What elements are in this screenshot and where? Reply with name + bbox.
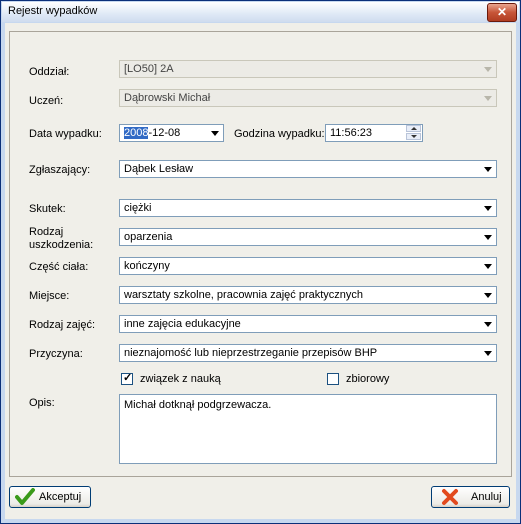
skutek-value: ciężki (124, 202, 152, 214)
uczen-label: Uczeń: (29, 95, 64, 107)
date-picker[interactable]: 2008-12-08 (119, 124, 224, 142)
form-panel: Oddział: [LO50] 2A Uczeń: Dąbrowski Mich… (9, 31, 512, 477)
title-bar[interactable]: Rejestr wypadków ✕ (2, 2, 519, 22)
rodzaj-zajec-value: inne zajęcia edukacyjne (124, 318, 241, 330)
time-spinner[interactable] (406, 125, 421, 141)
date-rest: -12-08 (148, 127, 181, 139)
zglaszajacy-label: Zgłaszający: (29, 164, 91, 176)
miejsce-label: Miejsce: (29, 290, 70, 302)
oddzial-combo[interactable]: [LO50] 2A (119, 60, 497, 78)
close-icon: ✕ (496, 5, 508, 19)
data-wypadku-label: Data wypadku: (29, 128, 102, 140)
time-field[interactable]: 11:56:23 (325, 124, 423, 142)
zglaszajacy-combo[interactable]: Dąbek Lesław (119, 160, 497, 178)
zbiorowy-checkbox[interactable] (327, 373, 339, 385)
dialog-client-area: Oddział: [LO50] 2A Uczeń: Dąbrowski Mich… (5, 23, 516, 519)
accept-button[interactable]: Akceptuj (9, 486, 91, 508)
przyczyna-combo[interactable]: nieznajomość lub nieprzestrzeganie przep… (119, 344, 497, 362)
window-title: Rejestr wypadków (8, 5, 98, 17)
czesc-ciala-value: kończyny (124, 260, 170, 272)
chevron-down-icon[interactable] (481, 317, 495, 331)
miejsce-combo[interactable]: warsztaty szkolne, pracownia zajęć prakt… (119, 286, 497, 304)
opis-value: Michał dotknął podgrzewacza. (124, 399, 272, 411)
rodzaj-zajec-combo[interactable]: inne zajęcia edukacyjne (119, 315, 497, 333)
oddzial-value: [LO50] 2A (124, 63, 174, 75)
date-year-selected: 2008 (124, 127, 149, 139)
zwiazek-checkbox[interactable]: ✓ (121, 372, 133, 385)
checkmark-icon (15, 488, 35, 505)
chevron-down-icon[interactable] (481, 201, 495, 215)
przyczyna-value: nieznajomość lub nieprzestrzeganie przep… (124, 347, 378, 359)
miejsce-value: warsztaty szkolne, pracownia zajęć prakt… (124, 289, 364, 301)
przyczyna-label: Przyczyna: (29, 348, 83, 360)
opis-textarea[interactable]: Michał dotknął podgrzewacza. (119, 394, 497, 464)
opis-label: Opis: (29, 397, 55, 409)
godzina-wypadku-label: Godzina wypadku: (234, 128, 325, 140)
zwiazek-label[interactable]: związek z nauką (140, 373, 221, 385)
close-button[interactable]: ✕ (487, 3, 517, 22)
chevron-down-icon[interactable] (481, 230, 495, 244)
chevron-down-icon[interactable] (481, 346, 495, 360)
rodzaj-zajec-label: Rodzaj zajęć: (29, 319, 96, 331)
chevron-down-icon[interactable] (481, 162, 495, 176)
chevron-down-icon[interactable] (481, 259, 495, 273)
cancel-button[interactable]: Anuluj (431, 486, 510, 508)
accept-button-label: Akceptuj (39, 491, 82, 503)
chevron-down-icon[interactable] (208, 126, 222, 140)
rodzaj-uszkodzenia-label-line1: Rodzaj (29, 226, 64, 238)
czesc-ciala-label: Część ciała: (29, 261, 89, 273)
uczen-combo[interactable]: Dąbrowski Michał (119, 89, 497, 107)
uczen-value: Dąbrowski Michał (124, 92, 211, 104)
checkmark-icon: ✓ (123, 372, 133, 384)
spin-down-icon[interactable] (406, 133, 421, 140)
zglaszajacy-value: Dąbek Lesław (124, 163, 194, 175)
time-value: 11:56:23 (330, 127, 373, 139)
rodzaj-uszkodzenia-value: oparzenia (124, 231, 173, 243)
x-cross-icon (442, 489, 458, 505)
chevron-down-icon[interactable] (481, 288, 495, 302)
date-value[interactable]: 2008-12-08 (124, 127, 180, 139)
dialog-window: Rejestr wypadków ✕ Oddział: [LO50] 2A Uc… (0, 0, 521, 524)
spin-up-icon[interactable] (406, 125, 421, 132)
czesc-ciala-combo[interactable]: kończyny (119, 257, 497, 275)
skutek-combo[interactable]: ciężki (119, 199, 497, 217)
cancel-button-label: Anuluj (471, 491, 502, 503)
skutek-label: Skutek: (29, 203, 66, 215)
oddzial-label: Oddział: (29, 66, 70, 78)
zbiorowy-label[interactable]: zbiorowy (346, 373, 389, 385)
rodzaj-uszkodzenia-label-line2: uszkodzenia: (29, 239, 94, 251)
chevron-down-icon[interactable] (481, 62, 495, 76)
rodzaj-uszkodzenia-combo[interactable]: oparzenia (119, 228, 497, 246)
chevron-down-icon[interactable] (481, 91, 495, 105)
